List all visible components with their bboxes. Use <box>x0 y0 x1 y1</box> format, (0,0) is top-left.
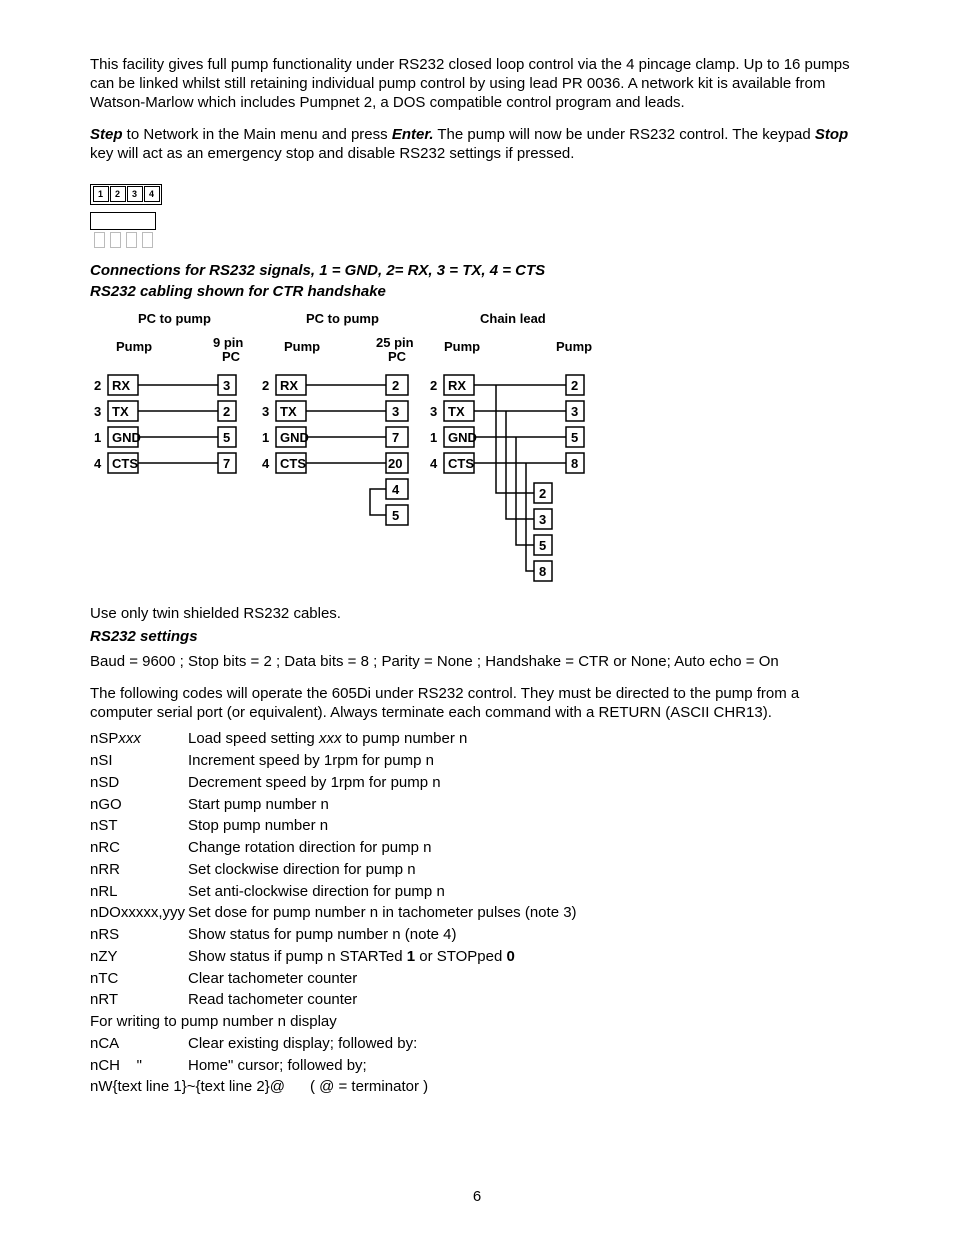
svg-text:5: 5 <box>223 430 230 445</box>
table-row: nSIIncrement speed by 1rpm for pump n <box>90 751 577 773</box>
svg-text:Pump: Pump <box>444 339 480 354</box>
svg-text:8: 8 <box>571 456 578 471</box>
cmd-code: nSPxxx <box>90 729 188 751</box>
col1-pc9-b: PC <box>222 349 241 364</box>
svg-text:2: 2 <box>539 486 546 501</box>
svg-text:3: 3 <box>430 404 437 419</box>
svg-text:4: 4 <box>430 456 438 471</box>
svg-text:CTS: CTS <box>448 456 474 471</box>
svg-text:Chain lead: Chain lead <box>480 311 546 326</box>
table-row: nDOxxxxx,yyySet dose for pump number n i… <box>90 903 577 925</box>
heading-cabling: RS232 cabling shown for CTR handshake <box>90 283 864 302</box>
svg-text:3: 3 <box>223 378 230 393</box>
table-row: nRCChange rotation direction for pump n <box>90 838 577 860</box>
table-row: nRTRead tachometer counter <box>90 990 577 1012</box>
table-row: nZYShow status if pump n STARTed 1 or ST… <box>90 946 577 968</box>
svg-text:2: 2 <box>223 404 230 419</box>
svg-text:1: 1 <box>430 430 437 445</box>
note-cable: Use only twin shielded RS232 cables. <box>90 605 864 624</box>
svg-text:5: 5 <box>392 508 399 523</box>
svg-text:2: 2 <box>262 378 269 393</box>
table-row: nSDDecrement speed by 1rpm for pump n <box>90 772 577 794</box>
svg-text:RX: RX <box>112 378 130 393</box>
svg-text:3: 3 <box>262 404 269 419</box>
svg-text:5: 5 <box>571 430 578 445</box>
svg-text:8: 8 <box>539 564 546 579</box>
heading-settings: RS232 settings <box>90 628 864 647</box>
connector-icon: 1234 <box>90 178 864 248</box>
svg-text:4: 4 <box>262 456 270 471</box>
baud-line: Baud = 9600 ; Stop bits = 2 ; Data bits … <box>90 653 864 672</box>
svg-text:7: 7 <box>223 456 230 471</box>
svg-text:CTS: CTS <box>112 456 138 471</box>
step-word: Step <box>90 126 123 143</box>
col1-title: PC to pump <box>138 311 211 326</box>
svg-text:20: 20 <box>388 456 402 471</box>
svg-text:5: 5 <box>539 538 546 553</box>
svg-text:25 pin: 25 pin <box>376 335 414 350</box>
svg-text:RX: RX <box>280 378 298 393</box>
svg-text:3: 3 <box>571 404 578 419</box>
svg-text:3: 3 <box>392 404 399 419</box>
table-row: nGOStart pump number n <box>90 794 577 816</box>
svg-text:PC: PC <box>388 349 407 364</box>
col1-pc9-a: 9 pin <box>213 335 243 350</box>
svg-text:Pump: Pump <box>284 339 320 354</box>
svg-text:TX: TX <box>280 404 297 419</box>
svg-text:TX: TX <box>448 404 465 419</box>
intro-para-2: Step to Network in the Main menu and pre… <box>90 126 864 164</box>
svg-text:2: 2 <box>94 378 101 393</box>
stop-word: Stop <box>815 126 848 143</box>
table-row: nW{text line 1}~{text line 2}@ ( @ = ter… <box>90 1077 577 1099</box>
svg-text:4: 4 <box>94 456 102 471</box>
svg-text:PC to pump: PC to pump <box>306 311 379 326</box>
svg-text:1: 1 <box>262 430 269 445</box>
svg-text:3: 3 <box>94 404 101 419</box>
command-table: nSPxxxLoad speed setting xxx to pump num… <box>90 729 577 1099</box>
svg-text:2: 2 <box>392 378 399 393</box>
table-row: nCAClear existing display; followed by: <box>90 1033 577 1055</box>
svg-text:GND: GND <box>112 430 141 445</box>
table-row: nCH "Home" cursor; followed by; <box>90 1055 577 1077</box>
col1-pump: Pump <box>116 339 152 354</box>
table-row: nRRSet clockwise direction for pump n <box>90 859 577 881</box>
table-row: nTCClear tachometer counter <box>90 968 577 990</box>
svg-text:GND: GND <box>448 430 477 445</box>
svg-text:4: 4 <box>392 482 400 497</box>
svg-text:2: 2 <box>571 378 578 393</box>
svg-text:GND: GND <box>280 430 309 445</box>
page-number: 6 <box>0 1188 954 1207</box>
svg-text:7: 7 <box>392 430 399 445</box>
intro-para-1: This facility gives full pump functional… <box>90 56 864 112</box>
heading-connections: Connections for RS232 signals, 1 = GND, … <box>90 262 864 281</box>
table-row: For writing to pump number n display <box>90 1012 577 1034</box>
svg-text:1: 1 <box>94 430 101 445</box>
table-row: nRLSet anti-clockwise direction for pump… <box>90 881 577 903</box>
table-row: nSPxxxLoad speed setting xxx to pump num… <box>90 729 577 751</box>
svg-text:3: 3 <box>539 512 546 527</box>
svg-text:Pump: Pump <box>556 339 592 354</box>
svg-text:RX: RX <box>448 378 466 393</box>
codes-intro: The following codes will operate the 605… <box>90 685 864 723</box>
svg-text:CTS: CTS <box>280 456 306 471</box>
svg-text:TX: TX <box>112 404 129 419</box>
svg-text:2: 2 <box>430 378 437 393</box>
table-row: nRSShow status for pump number n (note 4… <box>90 925 577 947</box>
table-row: nSTStop pump number n <box>90 816 577 838</box>
wiring-diagram: PC to pump Pump 9 pin PC 2RX 3TX 1GND 4C… <box>90 309 864 593</box>
cmd-desc: Load speed setting xxx to pump number n <box>188 729 577 751</box>
enter-word: Enter. <box>392 126 434 143</box>
